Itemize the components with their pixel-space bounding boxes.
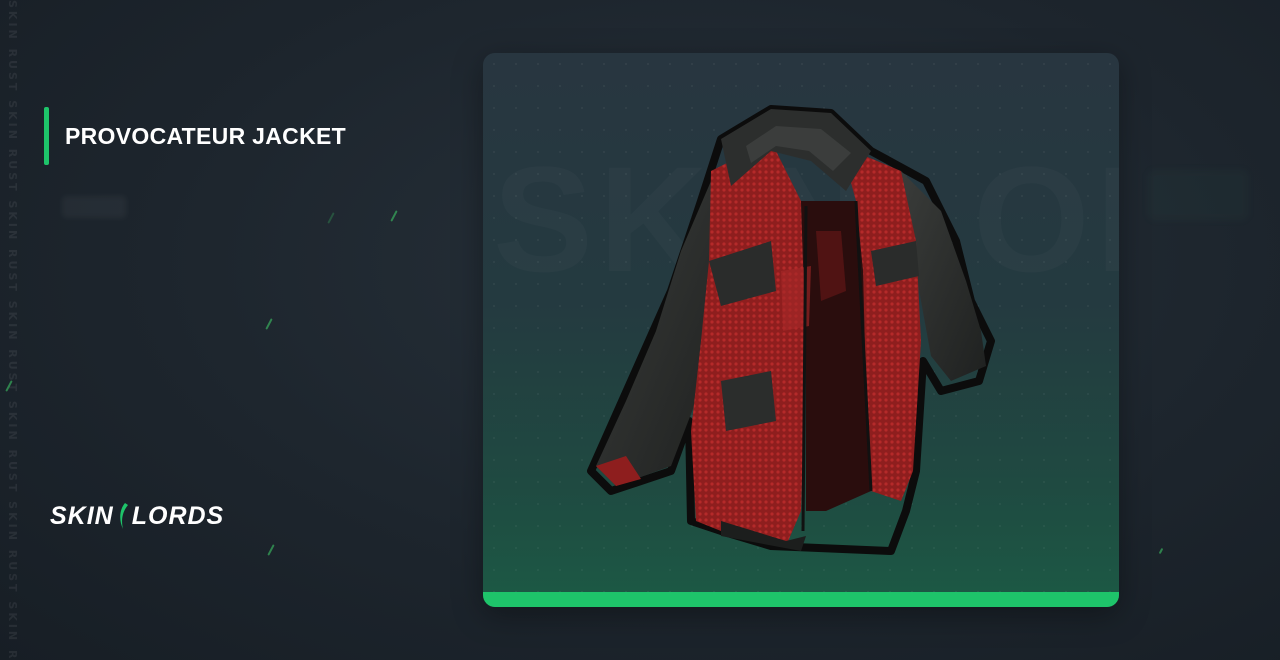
decor-spark <box>1158 547 1164 555</box>
background-ghost-panel <box>1148 170 1248 220</box>
decor-spark <box>267 544 275 556</box>
blurred-tag <box>62 196 126 218</box>
skinlords-logo: SKIN LORDS <box>50 501 224 531</box>
skinlords-blade-icon <box>119 503 128 529</box>
logo-text-right: LORDS <box>131 501 225 530</box>
decor-spark <box>327 212 335 224</box>
item-title-block: PROVOCATEUR JACKET <box>44 107 346 165</box>
logo-text-left: SKIN <box>50 501 114 530</box>
jacket-icon <box>587 105 995 555</box>
decor-spark <box>265 318 273 330</box>
decor-spark <box>390 210 398 222</box>
item-preview-card: SKINLORDS <box>483 53 1119 607</box>
card-rarity-bar <box>483 592 1119 607</box>
side-watermark: SKIN RUST SKIN RUST SKIN RUST SKIN RUST … <box>6 0 19 660</box>
item-title: PROVOCATEUR JACKET <box>65 122 346 149</box>
title-accent-bar <box>44 107 49 165</box>
